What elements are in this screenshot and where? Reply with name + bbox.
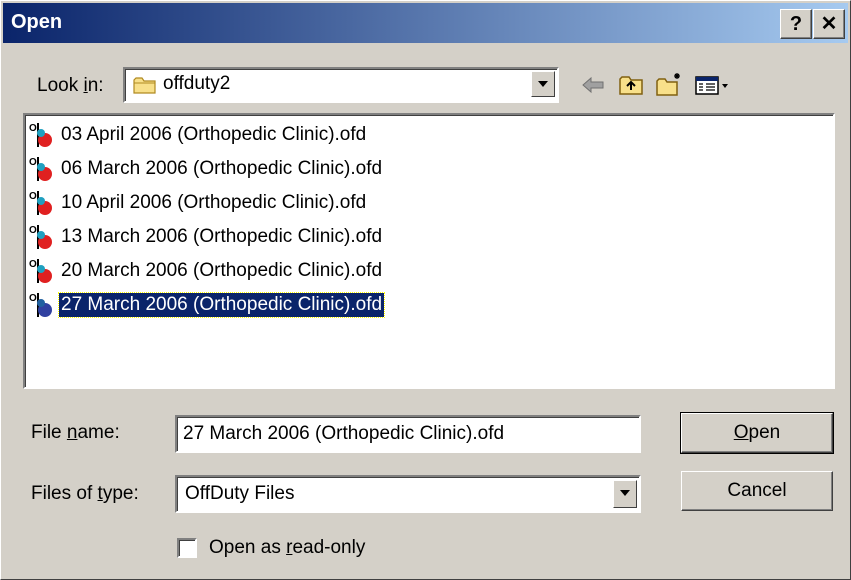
file-type-value: OffDuty Files <box>185 483 295 504</box>
file-type-dropdown-arrow[interactable] <box>613 480 637 508</box>
file-item[interactable]: OI 20 March 2006 (Orthopedic Clinic).ofd <box>29 257 384 285</box>
up-folder-icon[interactable] <box>617 71 645 99</box>
look-in-dropdown[interactable]: offduty2 <box>123 67 559 103</box>
cancel-button[interactable]: Cancel <box>681 471 833 511</box>
offduty-file-icon: OI <box>29 191 52 215</box>
file-type-dropdown[interactable]: OffDuty Files <box>175 475 641 513</box>
folder-icon <box>133 77 156 94</box>
close-button[interactable]: ✕ <box>813 9 845 39</box>
file-name: 06 March 2006 (Orthopedic Clinic).ofd <box>61 158 383 179</box>
dialog-title: Open <box>11 11 63 33</box>
file-name-input[interactable]: 27 March 2006 (Orthopedic Clinic).ofd <box>175 415 641 453</box>
file-list[interactable]: OI 03 April 2006 (Orthopedic Clinic).ofd… <box>23 113 835 389</box>
offduty-file-icon: OI <box>29 123 52 147</box>
offduty-file-icon: OI <box>29 225 52 249</box>
file-name: 03 April 2006 (Orthopedic Clinic).ofd <box>61 124 367 145</box>
file-item[interactable]: OI 06 March 2006 (Orthopedic Clinic).ofd <box>29 155 384 183</box>
title-bar[interactable]: Open ? ✕ <box>3 3 848 43</box>
file-name-value: 27 March 2006 (Orthopedic Clinic).ofd <box>183 423 505 444</box>
file-item[interactable]: OI 03 April 2006 (Orthopedic Clinic).ofd <box>29 121 368 149</box>
back-arrow-icon[interactable] <box>579 71 607 99</box>
read-only-checkbox[interactable] <box>177 538 197 558</box>
file-name-label: File name: <box>31 422 120 443</box>
look-in-value: offduty2 <box>163 73 231 94</box>
look-in-label: Look in: <box>37 75 104 96</box>
view-menu-icon[interactable] <box>693 71 733 99</box>
file-name: 27 March 2006 (Orthopedic Clinic).ofd <box>57 292 386 318</box>
look-in-dropdown-arrow[interactable] <box>531 71 555 97</box>
file-item[interactable]: OI 10 April 2006 (Orthopedic Clinic).ofd <box>29 189 368 217</box>
offduty-file-icon: OI <box>29 259 52 283</box>
file-name: 13 March 2006 (Orthopedic Clinic).ofd <box>61 226 383 247</box>
open-dialog: Open ? ✕ Look in: offduty2 OI 03 April 2… <box>0 0 851 580</box>
file-name: 10 April 2006 (Orthopedic Clinic).ofd <box>61 192 367 213</box>
file-item-selected[interactable]: OI 27 March 2006 (Orthopedic Clinic).ofd <box>29 291 386 319</box>
offduty-file-icon: OI <box>29 157 52 181</box>
help-button[interactable]: ? <box>780 9 812 39</box>
file-name: 20 March 2006 (Orthopedic Clinic).ofd <box>61 260 383 281</box>
open-button[interactable]: Open <box>680 412 834 454</box>
read-only-label[interactable]: Open as read-only <box>209 537 365 559</box>
file-item[interactable]: OI 13 March 2006 (Orthopedic Clinic).ofd <box>29 223 384 251</box>
new-folder-icon[interactable] <box>655 71 683 99</box>
offduty-file-icon: OI <box>29 293 52 317</box>
file-type-label: Files of type: <box>31 483 139 504</box>
